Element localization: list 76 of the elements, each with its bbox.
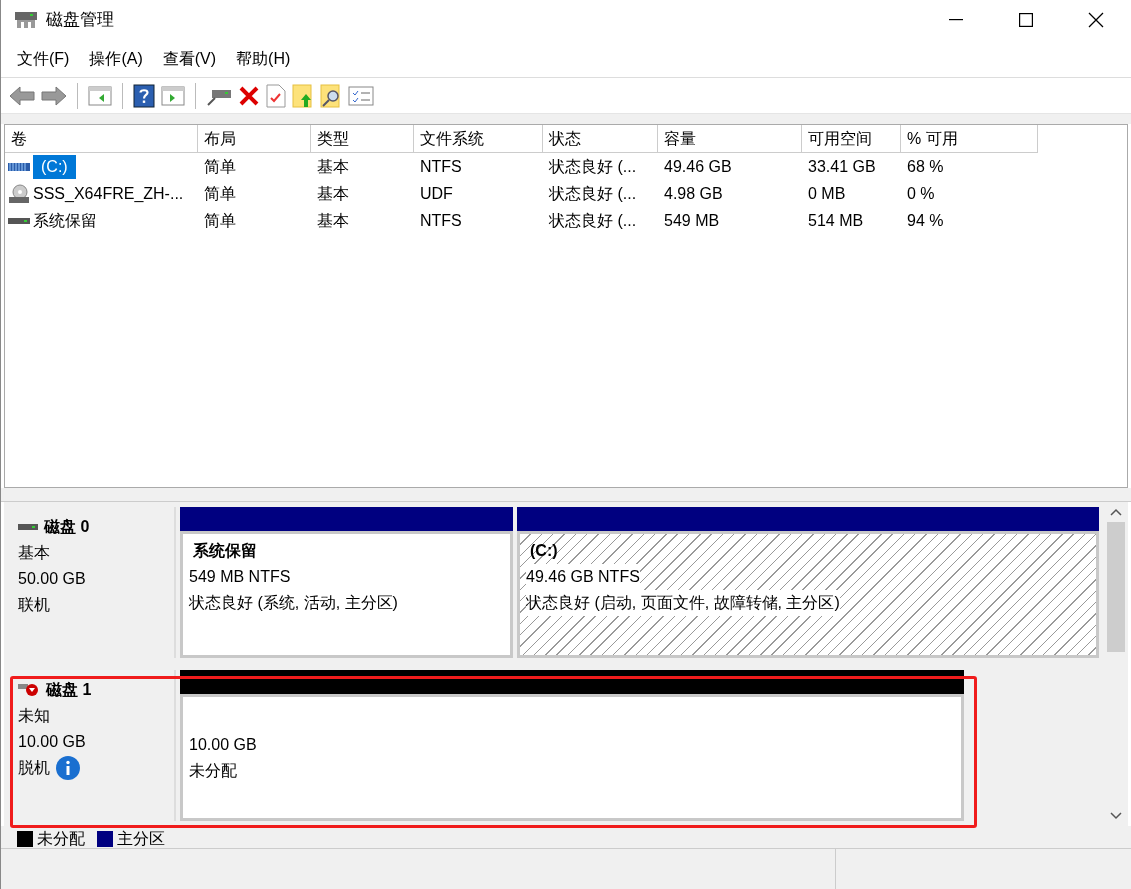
document-check-icon[interactable]	[266, 83, 286, 108]
info-icon[interactable]	[56, 756, 80, 780]
disk-size: 10.00 GB	[18, 732, 87, 752]
partition-size: 10.00 GB	[189, 734, 257, 755]
table-cell-text: UDF	[420, 183, 453, 204]
table-cell-text: 4.98 GB	[664, 183, 723, 204]
action-pane-icon[interactable]	[161, 84, 185, 107]
disk-size: 50.00 GB	[18, 569, 87, 589]
drive-icon	[8, 216, 30, 225]
table-cell-text: 549 MB	[664, 210, 720, 231]
disk-management-icon	[14, 10, 38, 30]
table-cell-text: 简单	[204, 156, 236, 177]
volume-name[interactable]: (C:)	[33, 154, 76, 179]
table-cell-text: 0 %	[907, 183, 935, 204]
column-header[interactable]: 布局	[198, 125, 311, 153]
partition-status: 未分配	[189, 760, 237, 781]
volume-name[interactable]: 系统保留	[33, 208, 97, 233]
disk-name[interactable]: 磁盘 0	[44, 515, 90, 539]
maximize-icon	[1019, 13, 1033, 27]
console-tree-icon[interactable]	[88, 84, 112, 107]
table-cell-text: 94 %	[907, 210, 944, 231]
column-header[interactable]: 类型	[311, 125, 414, 153]
menu-item[interactable]: 文件(F)	[7, 43, 80, 74]
disk-type: 未知	[18, 706, 51, 726]
column-header[interactable]: % 可用	[901, 125, 1038, 153]
column-header[interactable]: 可用空间	[802, 125, 901, 153]
scroll-down-icon[interactable]	[1109, 812, 1122, 820]
partition-status: 状态良好 (系统, 活动, 主分区)	[189, 593, 398, 613]
partition-status: 状态良好 (启动, 页面文件, 故障转储, 主分区)	[526, 590, 840, 616]
table-cell-text: 简单	[204, 210, 236, 231]
menu-item[interactable]: 操作(A)	[79, 43, 153, 74]
table-cell-text: 514 MB	[808, 210, 864, 231]
disk-name[interactable]: 磁盘 1	[46, 678, 92, 702]
menu-item[interactable]: 帮助(H)	[226, 43, 301, 74]
table-cell-text: 状态良好 (...	[549, 156, 637, 177]
column-header[interactable]: 容量	[658, 125, 802, 153]
column-header[interactable]: 卷	[5, 125, 198, 153]
help-icon[interactable]	[133, 83, 155, 108]
table-cell-text: 基本	[317, 183, 349, 204]
drive-icon	[8, 160, 30, 173]
legend-label: 主分区	[117, 829, 165, 849]
partition-label: (C:)	[529, 541, 559, 561]
table-cell-text: 49.46 GB	[664, 156, 732, 177]
table-cell-text: NTFS	[420, 210, 462, 231]
column-header[interactable]: 状态	[543, 125, 658, 153]
minimize-icon	[949, 19, 963, 21]
search-icon[interactable]	[320, 83, 342, 108]
table-cell-text: 68 %	[907, 156, 944, 177]
disk-status: 联机	[18, 595, 50, 615]
table-cell-text: 0 MB	[808, 183, 846, 204]
window-title: 磁盘管理	[46, 9, 114, 32]
disk-type: 基本	[18, 543, 51, 563]
partition-size: 49.46 GB NTFS	[526, 564, 640, 590]
disk-status: 脱机	[18, 758, 50, 778]
checklist-icon[interactable]	[348, 84, 374, 107]
table-cell-text: 33.41 GB	[808, 156, 876, 177]
forward-arrow-icon[interactable]	[41, 84, 67, 107]
table-cell-text: 基本	[317, 210, 349, 231]
table-cell-text: NTFS	[420, 156, 462, 177]
optical-drive-icon	[8, 183, 30, 204]
table-cell-text: 状态良好 (...	[549, 210, 637, 231]
menu-item[interactable]: 查看(V)	[152, 43, 227, 74]
close-icon	[1088, 12, 1104, 28]
back-arrow-icon[interactable]	[9, 84, 35, 107]
partition-size: 549 MB NTFS	[189, 567, 291, 587]
table-cell-text: 基本	[317, 156, 349, 177]
scroll-up-icon[interactable]	[1109, 508, 1122, 516]
delete-icon[interactable]	[238, 84, 260, 107]
column-header[interactable]: 文件系统	[414, 125, 543, 153]
volume-name[interactable]: SSS_X64FRE_ZH-...	[33, 181, 184, 206]
legend-label: 未分配	[37, 829, 85, 849]
table-cell-text: 简单	[204, 183, 236, 204]
table-cell-text: 状态良好 (...	[549, 183, 637, 204]
folder-up-icon[interactable]	[292, 83, 314, 108]
scrollbar-thumb[interactable]	[1106, 522, 1125, 652]
partition-label: 系统保留	[192, 541, 258, 561]
